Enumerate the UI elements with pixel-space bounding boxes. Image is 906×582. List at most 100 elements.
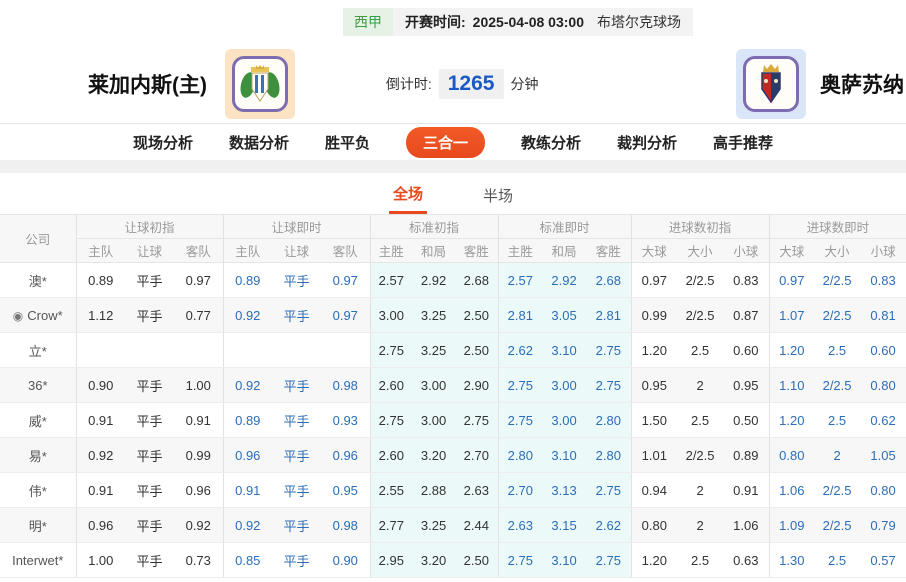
column-subheader: 大小: [677, 238, 724, 263]
odds-cell: 平手: [125, 367, 174, 403]
odds-cell: 0.91: [723, 472, 770, 508]
odds-cell: 0.95: [630, 367, 678, 403]
odds-cell: 0.89: [222, 262, 273, 298]
odds-cell: 0.92: [222, 297, 273, 333]
company-cell[interactable]: 36*: [0, 367, 77, 403]
odds-cell: 2.50: [455, 542, 499, 578]
odds-cell: 2.90: [455, 367, 499, 403]
odds-cell: 2.60: [369, 437, 413, 473]
match-time-box: 开赛时间: 2025-04-08 03:00 布塔尔克球场: [393, 8, 693, 36]
odds-cell: 0.81: [860, 297, 906, 333]
odds-cell: 平手: [125, 297, 174, 333]
odds-cell: 0.83: [723, 262, 770, 298]
column-subheader: 客胜: [455, 238, 499, 263]
odds-cell: 2.62: [497, 332, 543, 368]
odds-cell: 2.75: [369, 332, 413, 368]
column-group-header: 进球数即时: [768, 214, 906, 239]
company-cell[interactable]: ◉ Crow*: [0, 297, 77, 333]
odds-cell: 0.89: [222, 402, 273, 438]
odds-cell: [75, 332, 125, 368]
tab-referee-analysis[interactable]: 裁判分析: [617, 132, 677, 153]
odds-cell: 0.87: [723, 297, 770, 333]
tab-coach-analysis[interactable]: 教练分析: [521, 132, 581, 153]
odds-cell: 2/2.5: [677, 297, 724, 333]
company-cell[interactable]: 立*: [0, 332, 77, 368]
column-group-header: 标准初指: [369, 214, 499, 239]
odds-cell: 平手: [125, 262, 174, 298]
odds-cell: 平手: [272, 262, 322, 298]
odds-cell: 2.50: [455, 297, 499, 333]
company-cell[interactable]: 威*: [0, 402, 77, 438]
subtab-full-match[interactable]: 全场: [388, 173, 427, 214]
subtab-half-match[interactable]: 半场: [479, 175, 517, 213]
odds-cell: 平手: [272, 367, 322, 403]
odds-cell: 0.95: [723, 367, 770, 403]
odds-cell: 2/2.5: [677, 262, 724, 298]
company-cell[interactable]: 明*: [0, 507, 77, 543]
odds-cell: 2: [677, 507, 724, 543]
odds-cell: 2.5: [814, 542, 861, 578]
odds-cell: 2.75: [455, 402, 499, 438]
odds-cell: 1.00: [174, 367, 224, 403]
company-cell[interactable]: 澳*: [0, 262, 77, 298]
table-row: ◉ Crow* 1.12 平手 0.77 0.92 平手 0.97 3.00 3.25 2.50 2.…: [0, 297, 906, 333]
column-subheader: 大球: [630, 238, 678, 263]
tab-three-in-one[interactable]: 三合一: [405, 126, 485, 158]
leganes-crest-icon: [232, 55, 288, 112]
odds-cell: 1.05: [860, 437, 906, 473]
odds-cell: 3.10: [542, 542, 587, 578]
odds-cell: 2/2.5: [814, 262, 861, 298]
odds-cell: 3.00: [542, 402, 587, 438]
odds-cell: 0.60: [860, 332, 906, 368]
odds-cell: 0.97: [768, 262, 815, 298]
company-cell[interactable]: 伟*: [0, 472, 77, 508]
away-team-zone: 奥萨苏纳: [736, 48, 904, 119]
column-subheader: 大球: [768, 238, 815, 263]
odds-cell: 2.75: [497, 402, 543, 438]
table-row: Interwet* 1.00 平手 0.73 0.85 平手 0.90 2.95 3.20 2.5…: [0, 542, 906, 578]
odds-cell: 2.75: [586, 542, 632, 578]
odds-cell: 2.75: [586, 332, 632, 368]
odds-cell: 2.68: [455, 262, 499, 298]
column-subheader: 大小: [814, 238, 861, 263]
odds-cell: 0.92: [174, 507, 224, 543]
odds-cell: 2.5: [677, 402, 724, 438]
odds-cell: 3.15: [542, 507, 587, 543]
tab-data-analysis[interactable]: 数据分析: [229, 132, 289, 153]
column-group-header: 让球即时: [222, 214, 371, 239]
odds-cell: 2.88: [412, 472, 456, 508]
company-cell[interactable]: Interwet*: [0, 542, 77, 578]
tab-win-draw-lose[interactable]: 胜平负: [325, 132, 370, 153]
odds-cell: 0.99: [174, 437, 224, 473]
tab-live-analysis[interactable]: 现场分析: [133, 132, 193, 153]
divider-band: [0, 161, 906, 173]
odds-cell: 2.55: [369, 472, 413, 508]
odds-cell: 2.75: [586, 472, 632, 508]
tab-expert-picks[interactable]: 高手推荐: [713, 132, 773, 153]
company-cell[interactable]: 易*: [0, 437, 77, 473]
odds-cell: 0.99: [630, 297, 678, 333]
period-subtabs: 全场 半场: [0, 173, 906, 214]
odds-cell: 0.91: [222, 472, 273, 508]
league-badge: 西甲: [343, 8, 393, 36]
odds-cell: 2.5: [677, 332, 724, 368]
match-time-value: 2025-04-08 03:00: [472, 14, 584, 30]
odds-cell: 2.81: [586, 297, 632, 333]
column-subheader: 主队: [222, 238, 273, 263]
company-column-header: 公司: [0, 214, 77, 263]
odds-cell: 0.93: [321, 402, 371, 438]
odds-cell: 2/2.5: [814, 507, 861, 543]
odds-cell: 3.25: [412, 297, 456, 333]
analysis-nav: 现场分析 数据分析 胜平负 三合一 教练分析 裁判分析 高手推荐: [0, 124, 906, 161]
column-subheader: 客队: [321, 238, 371, 263]
odds-cell: 0.97: [321, 262, 371, 298]
table-row: 澳* 0.89 平手 0.97 0.89 平手 0.97 2.57 2.92 2.68 2.57 2.…: [0, 262, 906, 298]
odds-cell: [125, 332, 174, 368]
odds-cell: 2.75: [497, 542, 543, 578]
odds-cell: 2: [677, 367, 724, 403]
odds-cell: 0.73: [174, 542, 224, 578]
football-icon: ◉: [12, 308, 24, 323]
odds-cell: 0.96: [321, 437, 371, 473]
odds-cell: 0.97: [174, 262, 224, 298]
odds-cell: 2.75: [497, 367, 543, 403]
